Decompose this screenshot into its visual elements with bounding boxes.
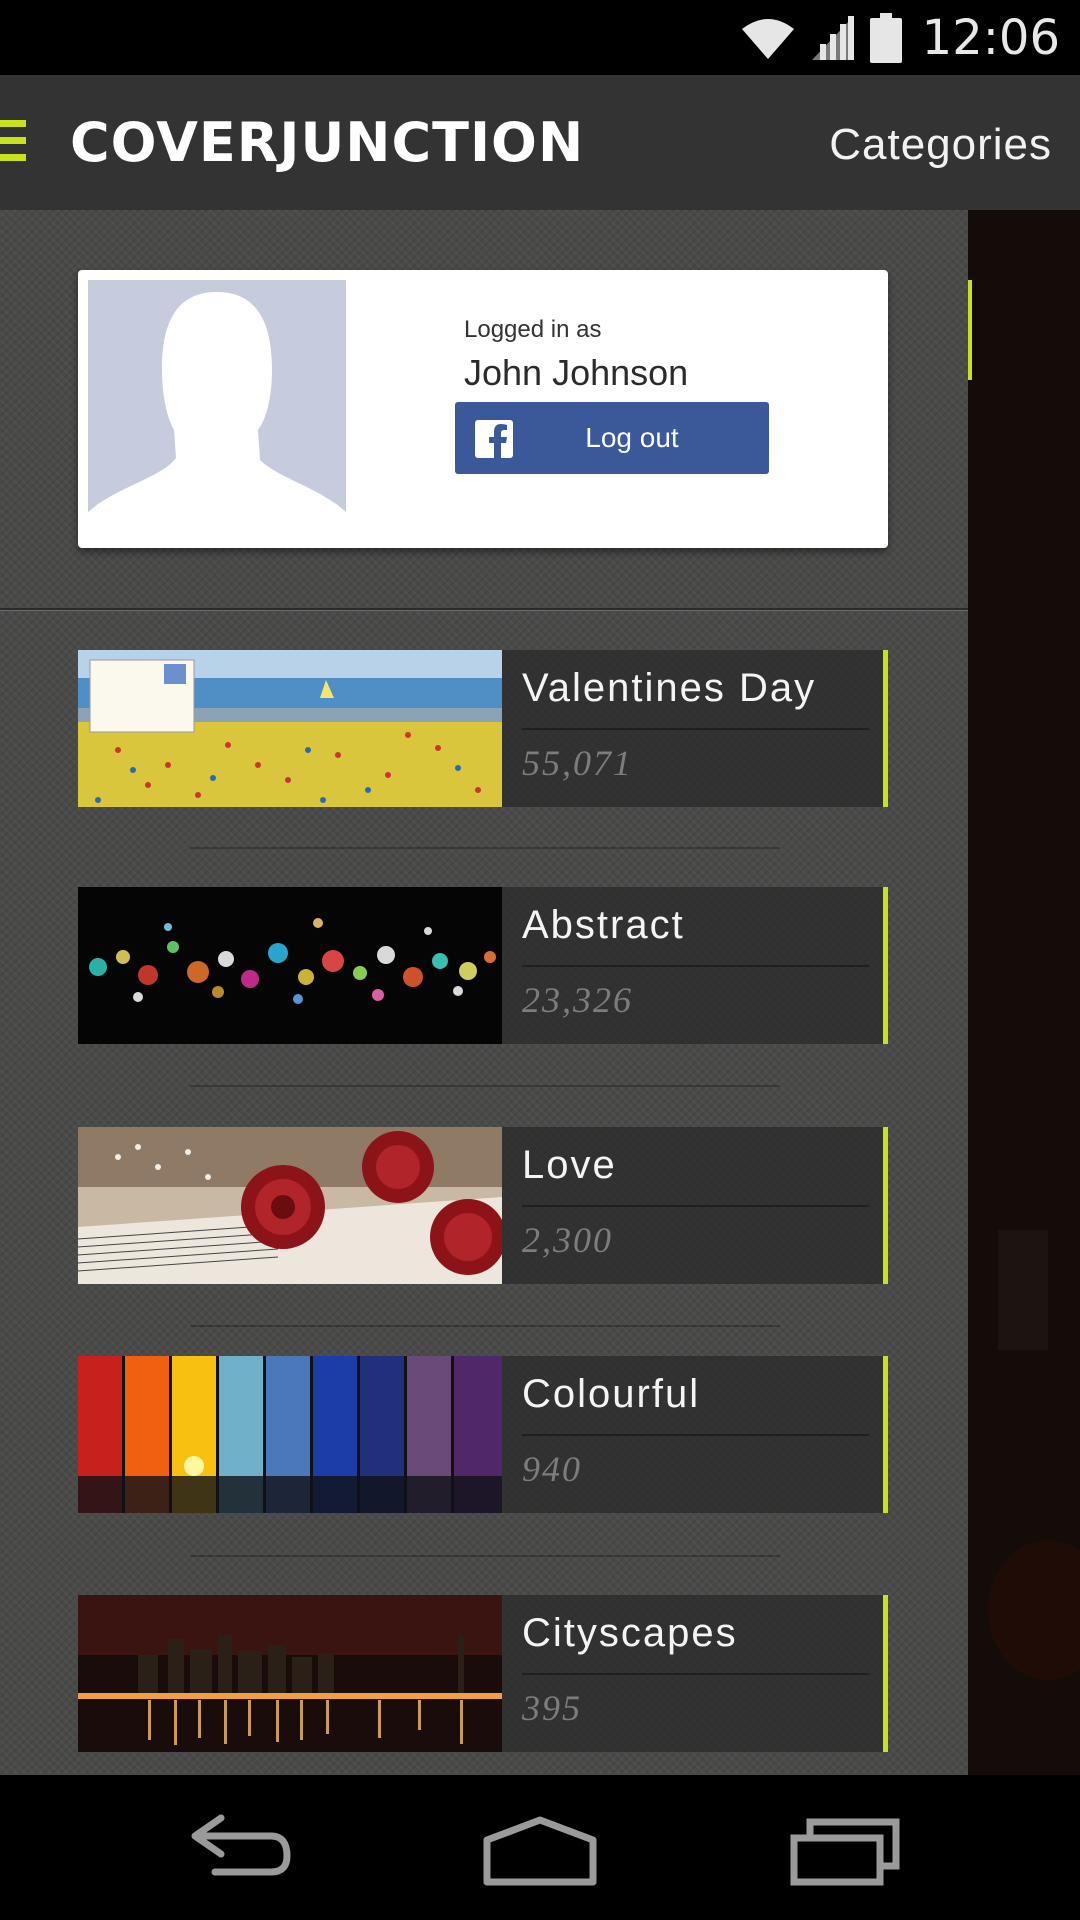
user-name: John Johnson (464, 352, 689, 393)
home-icon[interactable] (475, 1810, 605, 1890)
category-name: Valentines Day (522, 666, 817, 710)
category-count: 940 (522, 1449, 582, 1489)
navigation-drawer: Logged in as John Johnson Log out Valent… (0, 210, 968, 1775)
drawer-toggle-icon[interactable] (0, 120, 26, 164)
category-item-cityscapes[interactable]: Cityscapes 395 (78, 1595, 888, 1752)
status-bar: 12:06 (0, 0, 1080, 75)
logout-label: Log out (585, 422, 679, 453)
categories-button[interactable]: Categories (829, 115, 1052, 175)
category-info: Love 2,300 (502, 1127, 888, 1284)
category-name: Colourful (522, 1372, 701, 1416)
category-item-abstract[interactable]: Abstract 23,326 (78, 887, 888, 1044)
avatar (88, 280, 346, 538)
category-thumbnail (78, 1127, 502, 1284)
logout-button[interactable]: Log out (455, 402, 769, 474)
category-name: Cityscapes (522, 1611, 738, 1655)
signal-icon (811, 16, 854, 60)
app-logo[interactable]: COVERJUNCTION (70, 105, 584, 180)
row-divider (190, 1085, 780, 1087)
row-divider (190, 1555, 780, 1557)
battery-icon (869, 13, 902, 63)
category-thumbnail (78, 887, 502, 1044)
background-content-shade (968, 210, 1080, 1775)
row-divider (190, 1325, 780, 1327)
category-thumbnail (78, 1595, 502, 1752)
logged-in-label: Logged in as (464, 316, 602, 343)
logo-text: COVERJUNCTION (70, 111, 585, 174)
system-navigation-bar (0, 1775, 1080, 1920)
drawer-divider (0, 608, 968, 611)
category-name: Abstract (522, 903, 685, 947)
category-info: Colourful 940 (502, 1356, 888, 1513)
category-count: 2,300 (522, 1220, 613, 1260)
recent-apps-icon[interactable] (780, 1810, 910, 1890)
action-bar: COVERJUNCTION Categories (0, 75, 1080, 210)
row-divider (190, 847, 780, 849)
back-icon[interactable] (175, 1810, 305, 1890)
category-name: Love (522, 1143, 617, 1187)
category-info: Valentines Day 55,071 (502, 650, 888, 807)
profile-card: Logged in as John Johnson Log out (78, 270, 888, 548)
category-count: 55,071 (522, 743, 633, 783)
category-count: 23,326 (522, 980, 633, 1020)
wifi-icon (741, 19, 794, 59)
category-thumbnail (78, 1356, 502, 1513)
category-item-colourful[interactable]: Colourful 940 (78, 1356, 888, 1513)
category-thumbnail (78, 650, 502, 807)
status-time: 12:06 (921, 10, 1060, 66)
category-info: Cityscapes 395 (502, 1595, 888, 1752)
category-count: 395 (522, 1688, 582, 1728)
category-info: Abstract 23,326 (502, 887, 888, 1044)
category-item-valentines-day[interactable]: Valentines Day 55,071 (78, 650, 888, 807)
category-item-love[interactable]: Love 2,300 (78, 1127, 888, 1284)
